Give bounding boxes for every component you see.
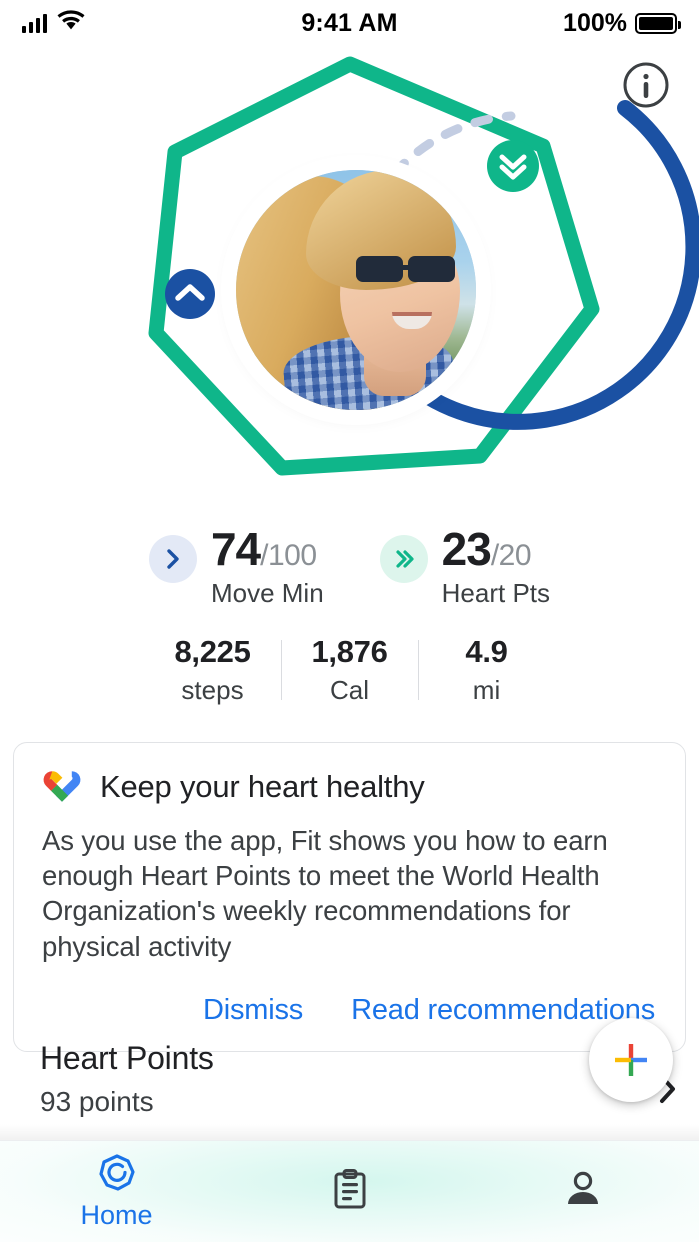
chevron-right-icon	[167, 549, 179, 569]
google-plus-add-icon	[615, 1044, 647, 1076]
fit-home-icon	[98, 1154, 135, 1191]
heart-points-badge	[379, 535, 428, 583]
calories-label: Cal	[329, 675, 369, 705]
heart-points-section-title: Heart Points	[40, 1040, 214, 1076]
nav-item-home[interactable]: Home	[0, 1141, 233, 1242]
stat-move-minutes[interactable]: 74 /100 Move Min	[148, 522, 324, 609]
person-profile-icon	[567, 1171, 598, 1204]
stat-calories[interactable]: 1,876 Cal	[282, 634, 418, 706]
secondary-stats-row: 8,225 steps 1,876 Cal 4.9 mi	[0, 634, 699, 706]
heart-points-goal: /20	[490, 539, 532, 572]
distance-value: 4.9	[465, 634, 508, 669]
google-fit-heart-icon	[43, 771, 81, 802]
nav-label-home: Home	[80, 1200, 153, 1230]
double-chevron-right-icon	[396, 550, 414, 568]
calories-value: 1,876	[311, 634, 388, 669]
heart-points-text: 23 /20 Heart Pts	[442, 522, 550, 609]
primary-stats-row: 74 /100 Move Min 23 /20 Heart Pts	[0, 522, 699, 609]
add-activity-fab[interactable]	[589, 1018, 673, 1102]
stat-heart-points[interactable]: 23 /20 Heart Pts	[379, 522, 550, 609]
move-minutes-badge	[148, 535, 197, 583]
journal-clipboard-icon	[334, 1168, 365, 1208]
heart-health-card: Keep your heart healthy As you use the a…	[13, 742, 686, 1052]
distance-label: mi	[472, 675, 501, 705]
nav-item-profile[interactable]	[466, 1141, 699, 1242]
card-body-text: As you use the app, Fit shows you how to…	[42, 825, 608, 962]
stat-distance[interactable]: 4.9 mi	[419, 634, 555, 706]
steps-value: 8,225	[174, 634, 251, 669]
move-minutes-text: 74 /100 Move Min	[211, 522, 324, 609]
move-minutes-goal: /100	[260, 539, 317, 572]
avatar[interactable]	[236, 170, 476, 410]
bottom-navigation: Home	[0, 1140, 699, 1242]
move-minutes-label: Move Min	[210, 578, 324, 608]
status-bar-time: 9:41 AM	[301, 8, 398, 37]
scroll-shadow	[0, 1124, 699, 1140]
heart-points-section-subtitle: 93 points	[40, 1086, 154, 1117]
google-fit-home-screen: 9:41 AM 100% 74 /100 Move Min 23 /20 Hea…	[0, 0, 699, 1242]
avatar-photo	[236, 170, 476, 410]
card-actions: Dismiss Read recommendations	[42, 988, 657, 1033]
steps-label: steps	[181, 675, 244, 705]
heart-points-marker	[487, 140, 539, 192]
dismiss-button[interactable]: Dismiss	[201, 988, 305, 1033]
card-header: Keep your heart healthy	[42, 769, 657, 805]
battery-full-icon	[635, 12, 681, 34]
move-minutes-marker	[165, 269, 215, 319]
heart-points-label: Heart Pts	[441, 578, 551, 608]
stat-steps[interactable]: 8,225 steps	[145, 634, 281, 706]
status-bar: 9:41 AM 100%	[0, 0, 699, 46]
heart-points-section[interactable]: Heart Points 93 points	[40, 1040, 214, 1118]
card-title: Keep your heart healthy	[100, 769, 425, 804]
heart-points-value: 23	[441, 523, 492, 575]
activity-rings-hero[interactable]	[0, 46, 699, 516]
move-minutes-value: 74	[210, 523, 261, 575]
nav-item-journal[interactable]	[233, 1141, 466, 1242]
